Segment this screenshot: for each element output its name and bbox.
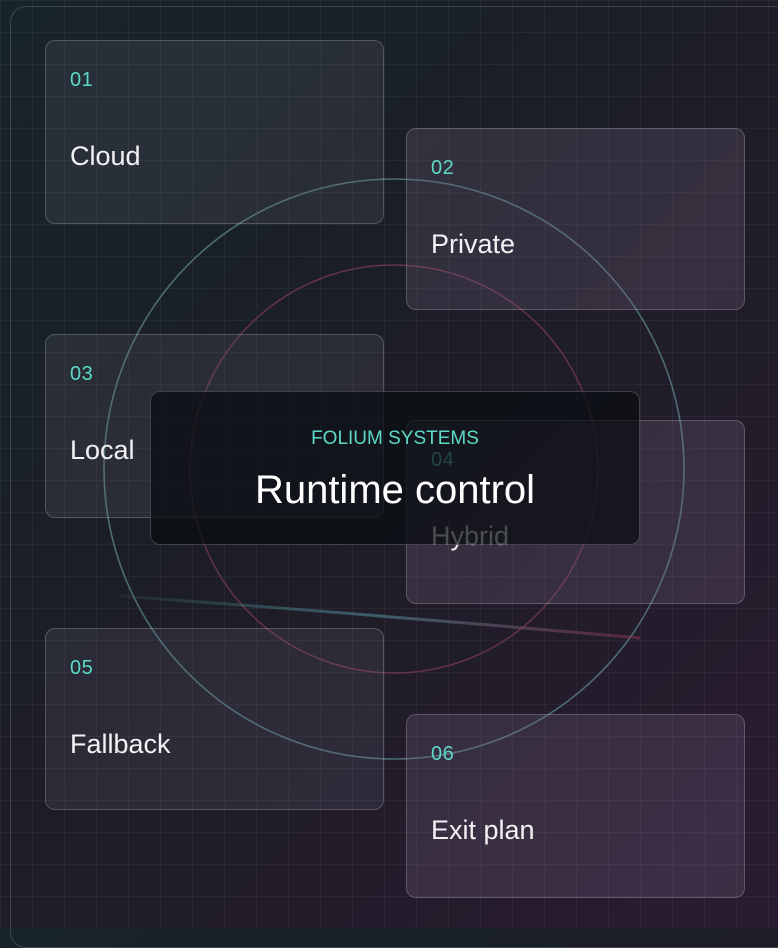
node-number: 03: [70, 363, 94, 385]
node-card-private[interactable]: 02 Private: [406, 128, 745, 310]
node-number: 01: [70, 69, 94, 91]
node-number: 05: [70, 657, 94, 679]
node-number: 06: [431, 743, 455, 765]
hub-title: Runtime control: [254, 468, 536, 512]
node-label: Exit plan: [431, 815, 535, 845]
node-label: Local: [70, 435, 135, 465]
node-card-cloud[interactable]: 01 Cloud: [45, 40, 384, 224]
node-label: Fallback: [70, 729, 171, 759]
node-number: 02: [431, 157, 455, 179]
hub-panel: FOLIUM SYSTEMS Runtime control: [150, 391, 640, 545]
node-card-fallback[interactable]: 05 Fallback: [45, 628, 384, 810]
node-label: Private: [431, 229, 516, 259]
node-label: Cloud: [70, 141, 141, 171]
hub-eyebrow: FOLIUM SYSTEMS: [311, 428, 479, 449]
node-card-exit-plan[interactable]: 06 Exit plan: [406, 714, 745, 898]
